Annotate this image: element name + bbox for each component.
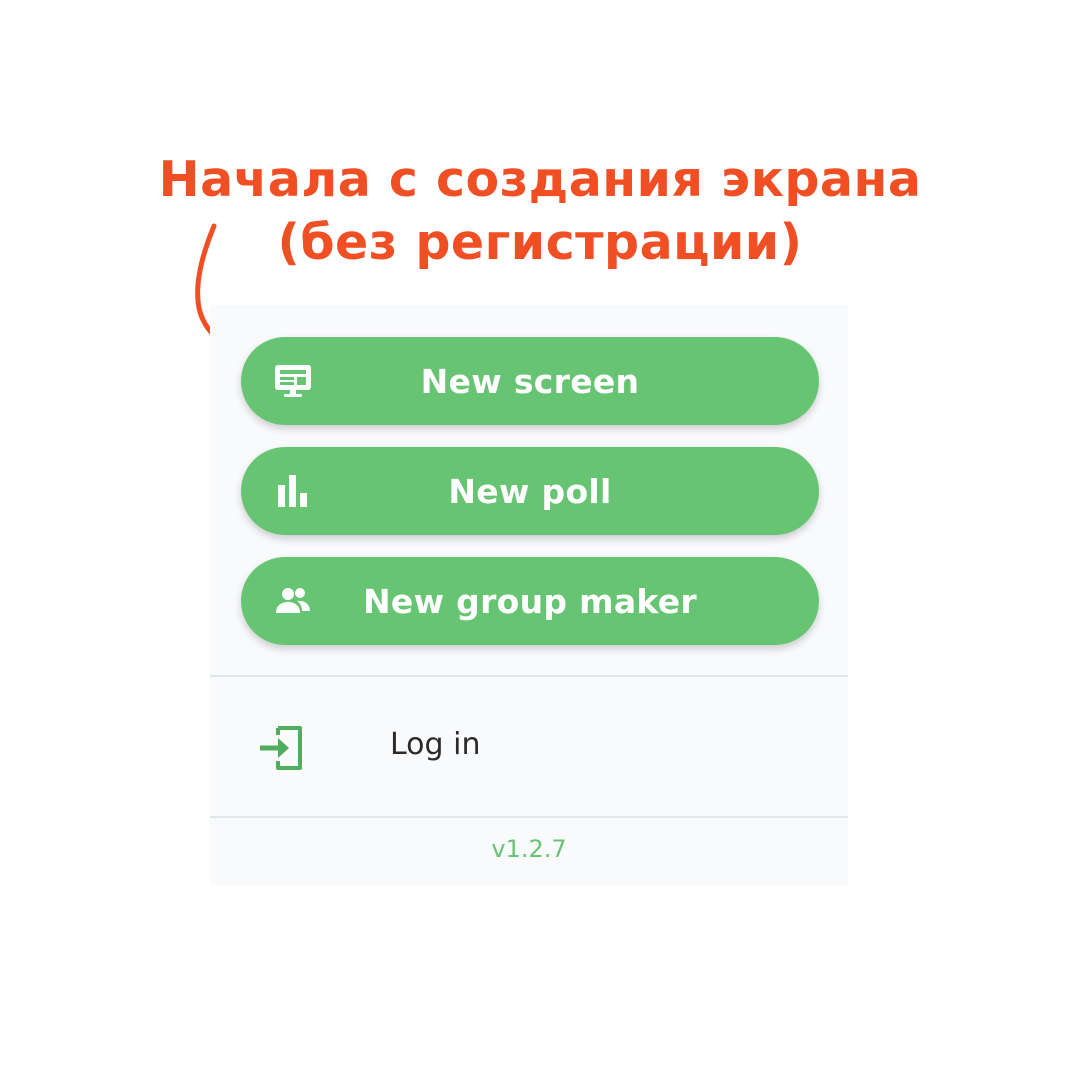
annotation-line-1: Начала с создания экрана bbox=[158, 151, 922, 208]
login-item[interactable]: Log in bbox=[210, 677, 848, 816]
new-screen-button[interactable]: New screen bbox=[241, 337, 819, 425]
divider bbox=[210, 816, 848, 818]
version-label: v1.2.7 bbox=[491, 835, 567, 863]
monitor-icon bbox=[273, 361, 313, 401]
new-poll-label: New poll bbox=[448, 471, 612, 511]
new-poll-button[interactable]: New poll bbox=[241, 447, 819, 535]
menu-panel: New screen New poll New group maker Log … bbox=[210, 305, 848, 885]
login-label: Log in bbox=[390, 727, 481, 762]
people-icon bbox=[273, 581, 313, 621]
new-screen-label: New screen bbox=[420, 361, 640, 401]
new-group-maker-label: New group maker bbox=[362, 581, 698, 621]
login-icon bbox=[256, 723, 306, 773]
bar-chart-icon bbox=[273, 471, 313, 511]
screenshot-stage: Начала с создания экрана (без регистраци… bbox=[0, 0, 1080, 1080]
new-group-maker-button[interactable]: New group maker bbox=[241, 557, 819, 645]
